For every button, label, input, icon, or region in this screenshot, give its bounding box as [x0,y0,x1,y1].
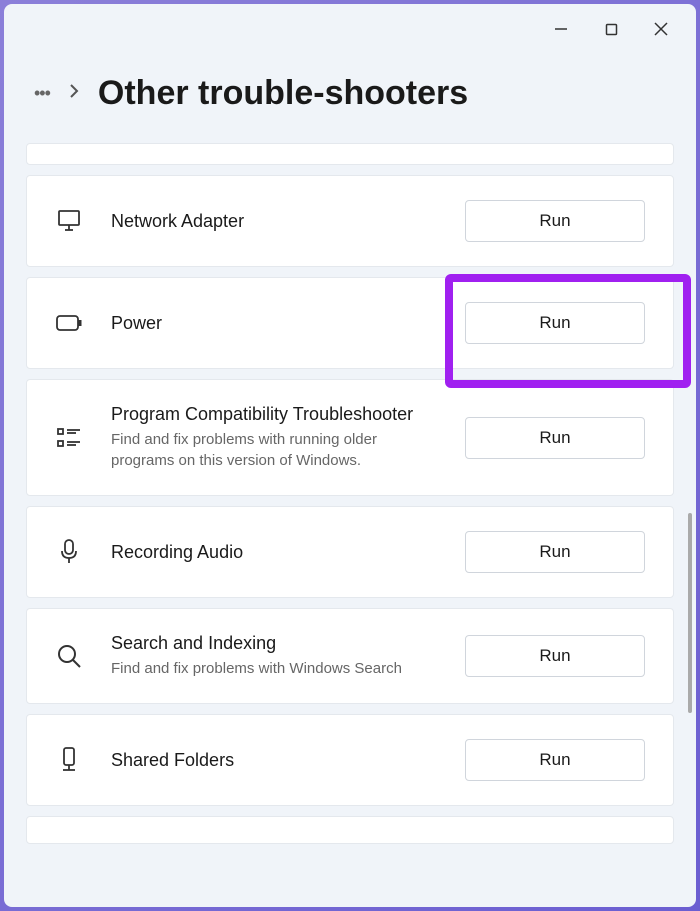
minimize-icon [554,22,568,36]
troubleshooter-shared-folders: Shared Folders Run [26,714,674,806]
card-description: Find and fix problems with Windows Searc… [111,658,437,679]
maximize-icon [605,23,618,36]
page-title: Other trouble-shooters [98,74,468,113]
settings-window: ••• Other trouble-shooters Network Adapt… [4,4,696,907]
power-icon [55,309,83,337]
troubleshooter-program-compatibility: Program Compatibility Troubleshooter Fin… [26,379,674,496]
network-adapter-icon [55,207,83,235]
microphone-icon [55,538,83,566]
troubleshooter-search-indexing: Search and Indexing Find and fix problem… [26,608,674,704]
card-text: Network Adapter [111,211,437,232]
card-title: Program Compatibility Troubleshooter [111,404,437,425]
card-title: Recording Audio [111,542,437,563]
maximize-button[interactable] [586,9,636,49]
run-button-program-compat[interactable]: Run [465,417,645,459]
troubleshooter-recording-audio: Recording Audio Run [26,506,674,598]
close-icon [654,22,668,36]
troubleshooter-power: Power Run [26,277,674,369]
titlebar [4,4,696,54]
chevron-right-icon [68,84,80,103]
program-compat-icon [55,424,83,452]
shared-folders-icon [55,746,83,774]
card-text: Shared Folders [111,750,437,771]
run-button-power[interactable]: Run [465,302,645,344]
search-icon [55,642,83,670]
card-title: Search and Indexing [111,633,437,654]
card-text: Program Compatibility Troubleshooter Fin… [111,404,437,471]
card-text: Recording Audio [111,542,437,563]
run-button-search-indexing[interactable]: Run [465,635,645,677]
card-text: Search and Indexing Find and fix problem… [111,633,437,679]
content-area: Network Adapter Run Power Run Program Co… [4,143,696,907]
run-button-network-adapter[interactable]: Run [465,200,645,242]
partial-card-top [26,143,674,165]
close-button[interactable] [636,9,686,49]
card-text: Power [111,313,437,334]
partial-card-bottom [26,816,674,844]
card-title: Network Adapter [111,211,437,232]
page-header: ••• Other trouble-shooters [4,54,696,143]
card-description: Find and fix problems with running older… [111,429,437,471]
card-title: Shared Folders [111,750,437,771]
breadcrumb-overflow-icon[interactable]: ••• [34,83,50,104]
run-button-shared-folders[interactable]: Run [465,739,645,781]
run-button-recording-audio[interactable]: Run [465,531,645,573]
scrollbar-thumb[interactable] [688,513,692,713]
troubleshooter-network-adapter: Network Adapter Run [26,175,674,267]
minimize-button[interactable] [536,9,586,49]
card-title: Power [111,313,437,334]
